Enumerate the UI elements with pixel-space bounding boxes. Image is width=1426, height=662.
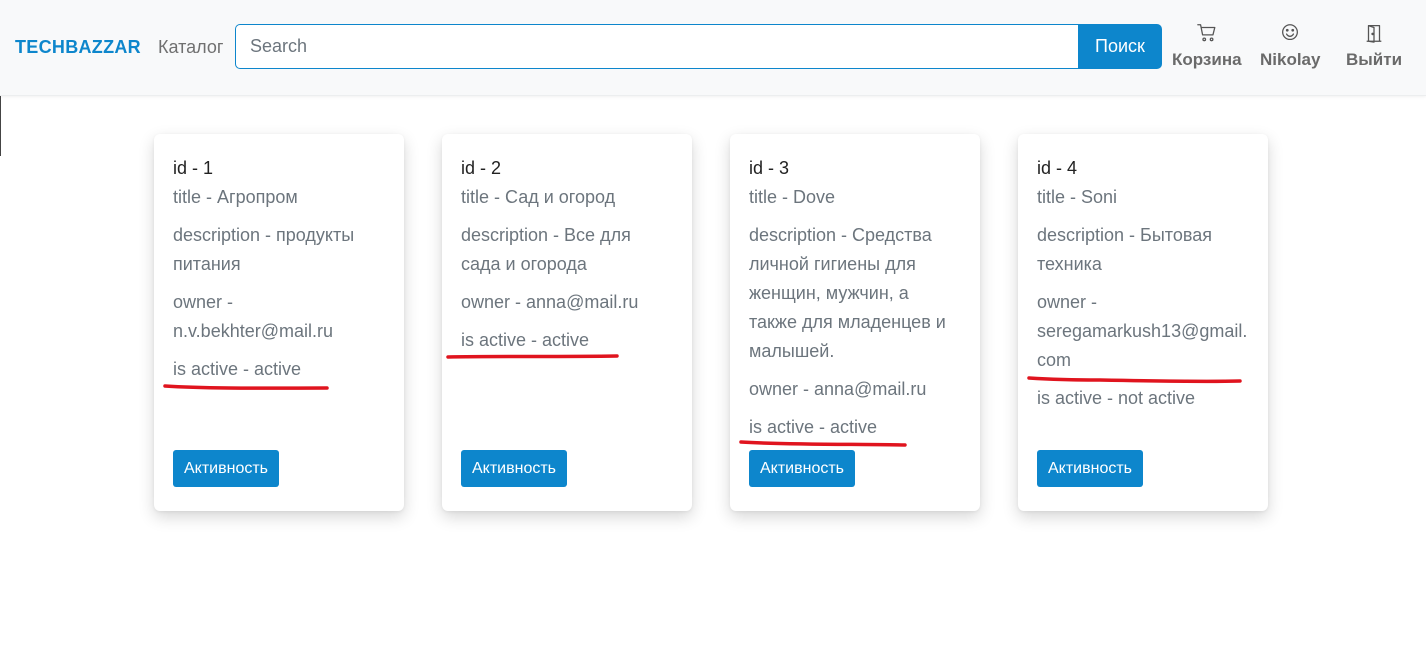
card-status: is active - active <box>461 330 590 350</box>
catalog-link[interactable]: Каталог <box>158 37 223 58</box>
cart-label: Корзина <box>1172 50 1242 69</box>
activity-button[interactable]: Активность <box>461 450 568 487</box>
card-title: title - Soni <box>1037 187 1118 207</box>
card-id: id - 3 <box>749 158 790 178</box>
card-description: description - Средства личной гигиены дл… <box>749 225 946 361</box>
shop-card: id - 2 title - Сад и огород description … <box>442 134 692 511</box>
card-status: is active - active <box>749 417 878 437</box>
card-status: is active - not active <box>1037 388 1196 408</box>
smiley-icon <box>1282 24 1299 41</box>
shop-card: id - 1 title - Агропром description - пр… <box>154 134 404 511</box>
shop-card: id - 3 title - Dove description - Средст… <box>730 134 980 511</box>
card-status: is active - active <box>173 359 302 379</box>
window-edge <box>0 96 1 156</box>
card-description: description - Бытовая техника <box>1037 225 1212 274</box>
card-title: title - Dove <box>749 187 836 207</box>
card-owner: owner - n.v.bekhter@mail.ru <box>173 292 333 341</box>
activity-button[interactable]: Активность <box>749 450 856 487</box>
search-form: Поиск <box>235 24 1162 69</box>
card-id: id - 1 <box>173 158 214 178</box>
user-profile-link[interactable]: Nikolay <box>1260 22 1320 70</box>
activity-button[interactable]: Активность <box>1037 450 1144 487</box>
search-button[interactable]: Поиск <box>1078 24 1162 69</box>
card-title: title - Агропром <box>173 187 298 207</box>
shop-card: id - 4 title - Soni description - Бытова… <box>1018 134 1268 511</box>
search-input[interactable] <box>235 24 1078 69</box>
logout-link[interactable]: Выйти <box>1346 22 1402 70</box>
card-description: description - Все для сада и огорода <box>461 225 631 274</box>
navbar: TECHBAZZAR Каталог Поиск Корзина Nikolay… <box>0 0 1426 96</box>
card-title: title - Сад и огород <box>461 187 616 207</box>
card-description: description - продукты питания <box>173 225 355 274</box>
card-owner: owner - anna@mail.ru <box>749 379 927 399</box>
cart-link[interactable]: Корзина <box>1172 22 1242 70</box>
card-owner: owner - anna@mail.ru <box>461 292 639 312</box>
activity-button[interactable]: Активность <box>173 450 280 487</box>
logout-label: Выйти <box>1346 50 1403 69</box>
card-id: id - 4 <box>1037 158 1078 178</box>
door-icon <box>1366 25 1382 43</box>
brand-logo[interactable]: TECHBAZZAR <box>15 37 141 58</box>
card-id: id - 2 <box>461 158 502 178</box>
user-name: Nikolay <box>1260 50 1321 69</box>
card-owner: owner - seregamarkush13@gmail.com <box>1037 292 1248 370</box>
cart-icon <box>1196 24 1216 42</box>
